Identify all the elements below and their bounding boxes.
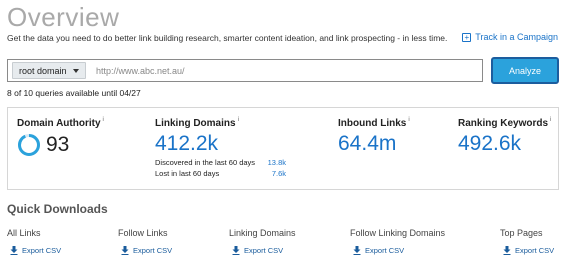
domain-authority-metric: Domain Authority i 93	[17, 117, 104, 157]
scope-dropdown[interactable]: root domain	[12, 62, 86, 79]
linking-domains-metric: Linking Domains i 412.2k Discovered in th…	[155, 117, 286, 178]
quick-download-follow-links: Follow Links Export CSV	[118, 228, 172, 255]
quick-download-label: Top Pages	[500, 228, 543, 238]
info-icon[interactable]: i	[103, 117, 104, 123]
export-csv-label: Export CSV	[365, 246, 405, 255]
lost-label: Lost in last 60 days	[155, 169, 220, 178]
quick-download-follow-linking-domains: Follow Linking Domains Export CSV	[350, 228, 445, 255]
linking-domains-label: Linking Domains	[155, 118, 236, 129]
domain-authority-value: 93	[46, 133, 70, 156]
info-icon[interactable]: i	[238, 117, 239, 123]
track-in-campaign-label: Track in a Campaign	[475, 32, 558, 42]
inbound-links-label: Inbound Links	[338, 118, 407, 129]
inbound-links-metric: Inbound Links i 64.4m	[338, 117, 410, 156]
download-icon	[503, 246, 511, 255]
domain-authority-ring-icon	[18, 134, 40, 156]
metrics-panel: Domain Authority i 93 Linking Domains i 41…	[7, 107, 559, 190]
page-subtitle: Get the data you need to do better link …	[7, 33, 448, 43]
export-csv-button[interactable]: Export CSV	[232, 246, 296, 255]
scope-dropdown-value: root domain	[19, 65, 67, 76]
export-csv-button[interactable]: Export CSV	[121, 246, 172, 255]
export-csv-label: Export CSV	[22, 246, 62, 255]
url-input[interactable]	[96, 65, 476, 76]
linking-domains-value: 412.2k	[155, 132, 219, 155]
export-csv-label: Export CSV	[133, 246, 173, 255]
quick-download-linking-domains: Linking Domains Export CSV	[229, 228, 296, 255]
quick-download-label: Linking Domains	[229, 228, 296, 238]
quick-download-all-links: All Links Export CSV	[7, 228, 61, 255]
query-quota-text: 8 of 10 queries available until 04/27	[7, 88, 141, 98]
export-csv-button[interactable]: Export CSV	[503, 246, 554, 255]
caret-down-icon	[73, 68, 79, 73]
quick-download-label: Follow Linking Domains	[350, 228, 446, 238]
track-in-campaign-link[interactable]: + Track in a Campaign	[462, 32, 558, 42]
inbound-links-value: 64.4m	[338, 132, 397, 155]
plus-box-icon: +	[462, 32, 472, 42]
export-csv-label: Export CSV	[515, 246, 555, 255]
ranking-keywords-label: Ranking Keywords	[458, 118, 549, 129]
quick-download-label: Follow Links	[118, 228, 168, 238]
lost-value-link[interactable]: 7.6k	[272, 169, 286, 178]
quick-download-top-pages: Top Pages Export CSV	[500, 228, 554, 255]
info-icon[interactable]: i	[550, 117, 551, 123]
quick-download-label: All Links	[7, 228, 41, 238]
download-icon	[121, 246, 129, 255]
quick-downloads-title: Quick Downloads	[7, 202, 108, 216]
domain-authority-label: Domain Authority	[17, 118, 101, 129]
discovered-value-link[interactable]: 13.8k	[268, 158, 286, 167]
ranking-keywords-metric: Ranking Keywords i 492.6k	[458, 117, 551, 156]
export-csv-button[interactable]: Export CSV	[353, 246, 445, 255]
search-bar: root domain	[7, 59, 483, 82]
download-icon	[353, 246, 361, 255]
download-icon	[232, 246, 240, 255]
page-title: Overview	[7, 2, 120, 32]
lost-row: Lost in last 60 days 7.6k	[155, 169, 286, 178]
export-csv-button[interactable]: Export CSV	[10, 246, 61, 255]
discovered-row: Discovered in the last 60 days 13.8k	[155, 158, 286, 167]
export-csv-label: Export CSV	[244, 246, 284, 255]
analyze-button[interactable]: Analyze	[491, 57, 559, 84]
info-icon[interactable]: i	[408, 117, 409, 123]
discovered-label: Discovered in the last 60 days	[155, 158, 256, 167]
download-icon	[10, 246, 18, 255]
ranking-keywords-value: 492.6k	[458, 132, 522, 155]
